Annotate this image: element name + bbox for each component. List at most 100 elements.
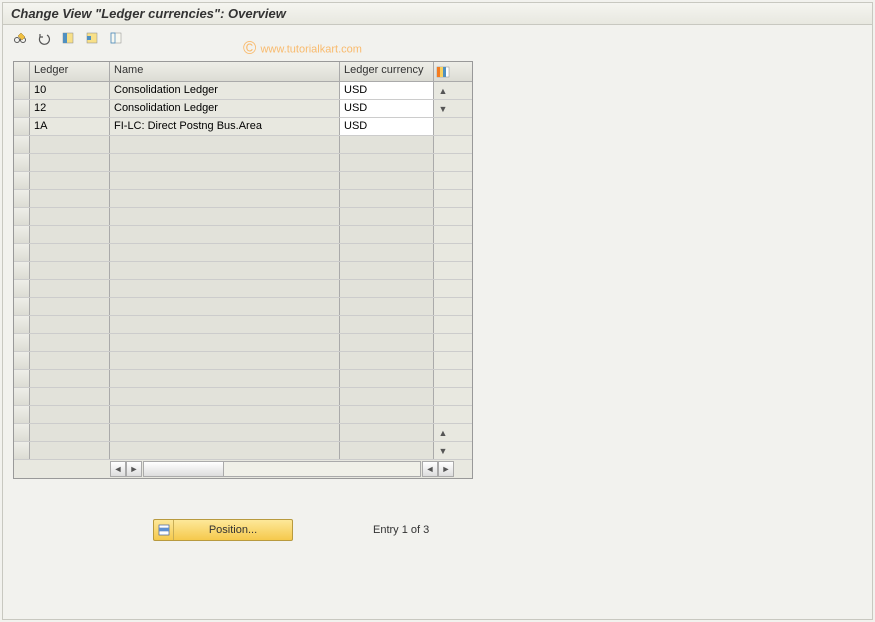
row-selector[interactable] xyxy=(14,388,30,405)
vscroll-track[interactable] xyxy=(434,154,452,171)
select-all-button[interactable] xyxy=(57,28,79,48)
row-selector[interactable] xyxy=(14,298,30,315)
cell-name[interactable]: Consolidation Ledger xyxy=(110,100,340,117)
cell-currency-empty[interactable] xyxy=(340,136,434,153)
cell-name-empty[interactable] xyxy=(110,262,340,279)
row-selector[interactable] xyxy=(14,208,30,225)
row-selector-header[interactable] xyxy=(14,62,30,81)
cell-ledger-empty[interactable] xyxy=(30,262,110,279)
cell-name-empty[interactable] xyxy=(110,172,340,189)
cell-ledger-empty[interactable] xyxy=(30,226,110,243)
hscroll-left-end-button[interactable]: ◄ xyxy=(422,461,438,477)
hscroll-thumb[interactable] xyxy=(144,462,224,476)
cell-name-empty[interactable] xyxy=(110,298,340,315)
row-selector[interactable] xyxy=(14,280,30,297)
cell-name-empty[interactable] xyxy=(110,442,340,459)
deselect-all-button[interactable] xyxy=(105,28,127,48)
cell-name-empty[interactable] xyxy=(110,208,340,225)
select-block-button[interactable] xyxy=(81,28,103,48)
vscroll-track[interactable] xyxy=(434,280,452,297)
cell-name-empty[interactable] xyxy=(110,244,340,261)
cell-name-empty[interactable] xyxy=(110,370,340,387)
column-header-ledger[interactable]: Ledger xyxy=(30,62,110,81)
cell-currency-empty[interactable] xyxy=(340,262,434,279)
column-header-currency[interactable]: Ledger currency xyxy=(340,62,434,81)
cell-currency-empty[interactable] xyxy=(340,352,434,369)
column-header-name[interactable]: Name xyxy=(110,62,340,81)
cell-name-empty[interactable] xyxy=(110,352,340,369)
cell-currency[interactable]: USD xyxy=(340,100,434,117)
cell-currency-empty[interactable] xyxy=(340,190,434,207)
cell-ledger-empty[interactable] xyxy=(30,442,110,459)
vscroll-track[interactable] xyxy=(434,298,452,315)
vscroll-track[interactable] xyxy=(434,316,452,333)
cell-currency-empty[interactable] xyxy=(340,406,434,423)
vscroll-down-button[interactable]: ▼ xyxy=(434,100,452,117)
cell-currency-empty[interactable] xyxy=(340,172,434,189)
hscroll-right-end-button[interactable]: ► xyxy=(438,461,454,477)
cell-name-empty[interactable] xyxy=(110,190,340,207)
vscroll-track[interactable] xyxy=(434,118,452,135)
row-selector[interactable] xyxy=(14,316,30,333)
cell-currency-empty[interactable] xyxy=(340,316,434,333)
cell-name-empty[interactable] xyxy=(110,424,340,441)
row-selector[interactable] xyxy=(14,352,30,369)
row-selector[interactable] xyxy=(14,370,30,387)
cell-ledger-empty[interactable] xyxy=(30,424,110,441)
table-config-button[interactable] xyxy=(434,62,452,81)
hscroll-left-button[interactable]: ◄ xyxy=(110,461,126,477)
vscroll-track[interactable] xyxy=(434,388,452,405)
cell-ledger-empty[interactable] xyxy=(30,334,110,351)
cell-ledger-empty[interactable] xyxy=(30,280,110,297)
cell-currency-empty[interactable] xyxy=(340,208,434,225)
cell-ledger-empty[interactable] xyxy=(30,370,110,387)
hscroll-track[interactable] xyxy=(143,461,421,477)
cell-ledger-empty[interactable] xyxy=(30,316,110,333)
row-selector[interactable] xyxy=(14,244,30,261)
cell-ledger-empty[interactable] xyxy=(30,244,110,261)
cell-currency-empty[interactable] xyxy=(340,334,434,351)
row-selector[interactable] xyxy=(14,406,30,423)
vscroll-down-end-button[interactable]: ▼ xyxy=(434,442,452,459)
vscroll-up-button[interactable]: ▲ xyxy=(434,82,452,99)
cell-name-empty[interactable] xyxy=(110,316,340,333)
cell-currency-empty[interactable] xyxy=(340,388,434,405)
cell-ledger-empty[interactable] xyxy=(30,298,110,315)
cell-ledger[interactable]: 10 xyxy=(30,82,110,99)
row-selector[interactable] xyxy=(14,334,30,351)
vscroll-track[interactable] xyxy=(434,334,452,351)
cell-currency-empty[interactable] xyxy=(340,424,434,441)
vscroll-track[interactable] xyxy=(434,244,452,261)
vscroll-track[interactable] xyxy=(434,352,452,369)
cell-name-empty[interactable] xyxy=(110,388,340,405)
cell-currency-empty[interactable] xyxy=(340,298,434,315)
row-selector[interactable] xyxy=(14,226,30,243)
cell-ledger[interactable]: 12 xyxy=(30,100,110,117)
vscroll-track[interactable] xyxy=(434,190,452,207)
row-selector[interactable] xyxy=(14,100,30,117)
toggle-change-button[interactable] xyxy=(9,28,31,48)
cell-currency-empty[interactable] xyxy=(340,244,434,261)
vscroll-track[interactable] xyxy=(434,136,452,153)
cell-name-empty[interactable] xyxy=(110,136,340,153)
row-selector[interactable] xyxy=(14,154,30,171)
cell-currency-empty[interactable] xyxy=(340,442,434,459)
row-selector[interactable] xyxy=(14,190,30,207)
row-selector[interactable] xyxy=(14,262,30,279)
row-selector[interactable] xyxy=(14,136,30,153)
row-selector[interactable] xyxy=(14,118,30,135)
vscroll-track[interactable] xyxy=(434,226,452,243)
cell-ledger-empty[interactable] xyxy=(30,352,110,369)
cell-ledger-empty[interactable] xyxy=(30,172,110,189)
cell-name-empty[interactable] xyxy=(110,334,340,351)
vscroll-track[interactable] xyxy=(434,262,452,279)
undo-button[interactable] xyxy=(33,28,55,48)
vscroll-track[interactable] xyxy=(434,370,452,387)
vscroll-track[interactable] xyxy=(434,208,452,225)
vscroll-up-end-button[interactable]: ▲ xyxy=(434,424,452,441)
cell-name[interactable]: Consolidation Ledger xyxy=(110,82,340,99)
cell-ledger-empty[interactable] xyxy=(30,388,110,405)
cell-currency-empty[interactable] xyxy=(340,370,434,387)
hscroll-right-button[interactable]: ► xyxy=(126,461,142,477)
cell-name-empty[interactable] xyxy=(110,154,340,171)
